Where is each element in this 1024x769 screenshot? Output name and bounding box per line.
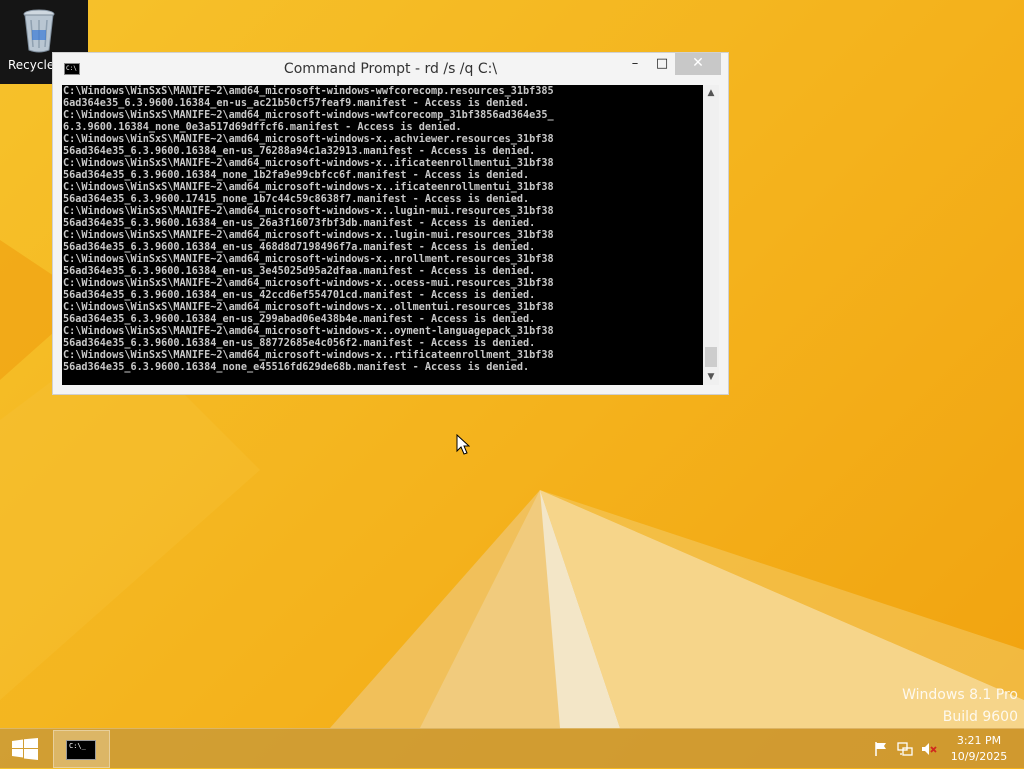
maximize-icon: □ [655,56,669,71]
clock-date: 10/9/2025 [950,750,1008,763]
windows-logo-icon [12,738,38,760]
window-titlebar[interactable]: C:\ Command Prompt - rd /s /q C:\ – □ ✕ [53,53,728,85]
command-prompt-icon: C:\_ [66,740,96,760]
recycle-bin-icon [23,9,55,53]
maximize-button[interactable]: □ [653,53,671,75]
scroll-down-arrow-icon[interactable]: ▼ [703,369,719,385]
system-clock[interactable]: 3:21 PM 10/9/2025 [948,733,1010,765]
clock-time: 3:21 PM [956,734,1002,747]
minimize-icon: – [631,56,639,71]
console-output[interactable]: C:\Windows\WinSxS\MANIFE~2\amd64_microso… [62,85,703,385]
watermark-build: Build 9600 [942,709,1018,725]
desktop: Recycle C:\ Command Prompt - rd /s /q C:… [0,0,1024,768]
mouse-cursor-icon [456,434,470,455]
watermark-edition: Windows 8.1 Pro [902,687,1018,703]
close-icon: ✕ [692,55,704,71]
speaker-muted-icon[interactable] [921,741,937,757]
scroll-thumb[interactable] [705,347,717,367]
command-prompt-window[interactable]: C:\ Command Prompt - rd /s /q C:\ – □ ✕ … [52,52,729,395]
windows-watermark: Windows 8.1 Pro Build 9600 [902,684,1018,728]
vertical-scrollbar[interactable]: ▲ ▼ [703,85,719,385]
console-text: C:\Windows\WinSxS\MANIFE~2\amd64_microso… [63,86,554,373]
network-icon[interactable] [897,741,913,757]
taskbar: C:\_ 3:21 PM 10/9/2025 [0,728,1024,768]
close-button[interactable]: ✕ [675,53,721,75]
minimize-button[interactable]: – [626,53,644,75]
taskbar-command-prompt[interactable]: C:\_ [53,730,110,768]
action-center-flag-icon[interactable] [873,741,889,757]
scroll-up-arrow-icon[interactable]: ▲ [703,85,719,101]
start-button[interactable] [0,729,50,769]
